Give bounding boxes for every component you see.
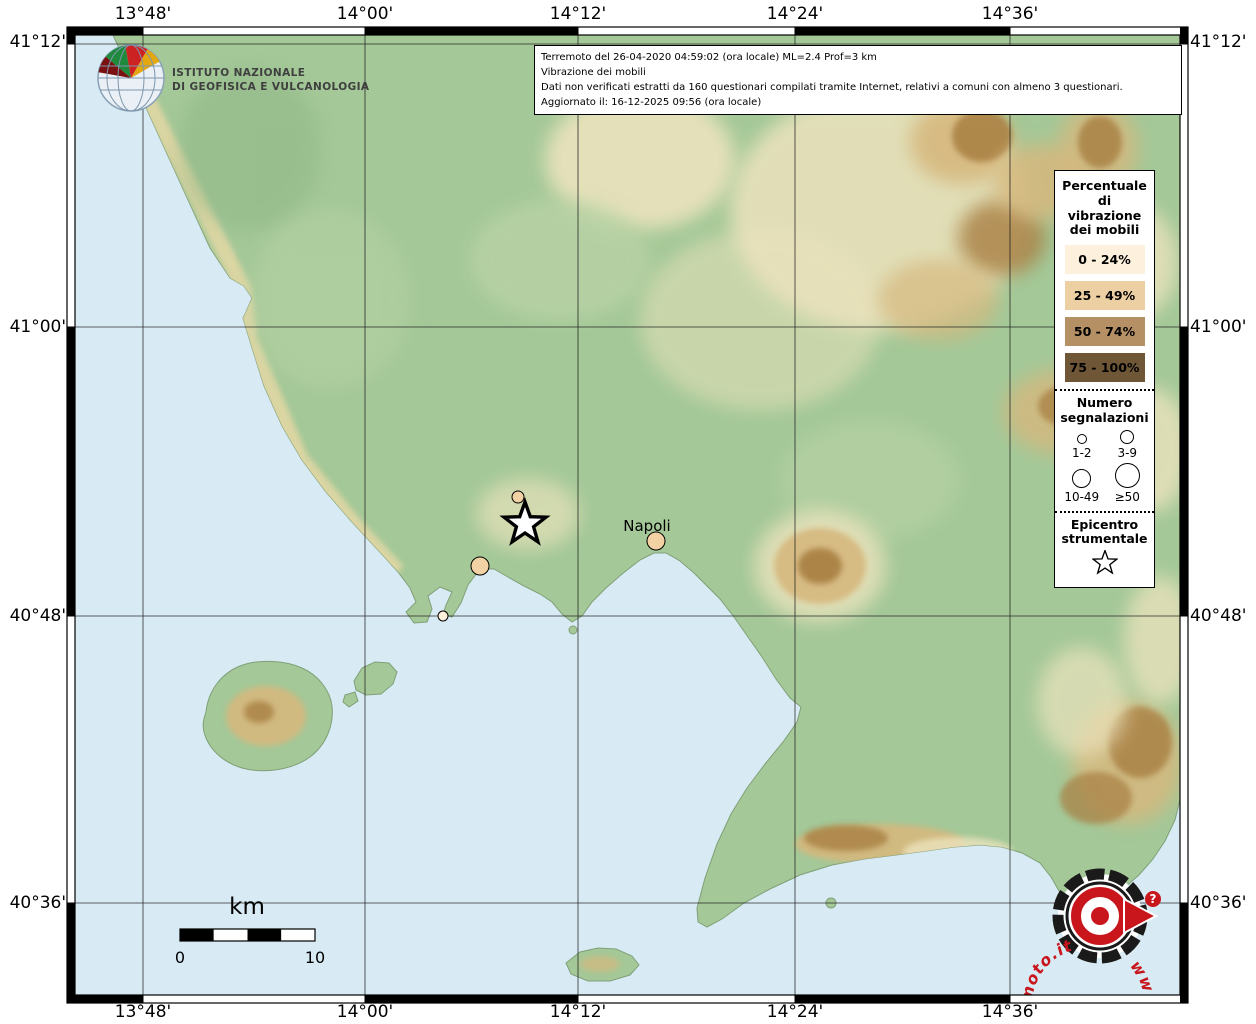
count-class-1: 1-2 bbox=[1059, 433, 1105, 460]
legend-epicenter-title: Epicentro strumentale bbox=[1061, 516, 1148, 547]
count-class-4-label: ≥50 bbox=[1114, 489, 1140, 504]
event-title-line-4: Aggiornato il: 16-12-2025 09:56 (ora loc… bbox=[541, 97, 762, 108]
scalebar-start: 0 bbox=[175, 948, 185, 967]
legend-class-1: 25 - 49% bbox=[1064, 281, 1145, 310]
lon-label-bottom-1: 14°00' bbox=[336, 1002, 394, 1022]
lat-label-left-2: 40°48' bbox=[9, 606, 66, 626]
site-question-mark: ? bbox=[1150, 892, 1157, 906]
count-class-3-label: 10-49 bbox=[1064, 489, 1100, 504]
legend-class-0: 0 - 24% bbox=[1064, 245, 1145, 274]
legend-class-3: 75 - 100% bbox=[1064, 353, 1145, 382]
lon-label-bottom-0: 13°48' bbox=[114, 1002, 172, 1022]
felt-report-marker bbox=[511, 490, 525, 504]
legend: Percentuale di vibrazione dei mobili 0 -… bbox=[1054, 170, 1155, 588]
ingv-name-line1: ISTITUTO NAZIONALE bbox=[172, 67, 305, 79]
lat-label-left-1: 41°00' bbox=[9, 317, 66, 337]
legend-class-2-label: 50 - 74% bbox=[1073, 324, 1136, 339]
lon-label-top-0: 13°48' bbox=[114, 4, 172, 24]
lon-label-top-4: 14°36' bbox=[981, 4, 1039, 24]
scalebar-unit: km bbox=[229, 894, 265, 920]
legend-class-3-label: 75 - 100% bbox=[1069, 360, 1140, 375]
lon-label-top-1: 14°00' bbox=[336, 4, 394, 24]
count-circle-large-icon bbox=[1072, 468, 1092, 488]
count-circle-small-icon bbox=[1076, 433, 1087, 444]
legend-percent-title: Percentuale di vibrazione dei mobili bbox=[1062, 178, 1147, 238]
legend-class-0-label: 0 - 24% bbox=[1078, 252, 1131, 267]
islet-nisida bbox=[568, 625, 578, 635]
count-circle-medium-icon bbox=[1120, 429, 1135, 444]
lat-label-right-3: 40°36' bbox=[1190, 893, 1247, 913]
ingv-name-line2: DI GEOFISICA E VULCANOLOGIA bbox=[172, 81, 370, 93]
event-title-box: Terremoto del 26-04-2020 04:59:02 (ora l… bbox=[534, 45, 1182, 115]
legend-class-1-label: 25 - 49% bbox=[1073, 288, 1136, 303]
lon-label-bottom-2: 14°12' bbox=[549, 1002, 607, 1022]
city-label-napoli: Napoli bbox=[623, 517, 670, 535]
count-class-2: 3-9 bbox=[1105, 429, 1151, 460]
lat-label-left-3: 40°36' bbox=[9, 893, 66, 913]
lon-label-bottom-4: 14°36' bbox=[981, 1002, 1039, 1022]
lon-label-bottom-3: 14°24' bbox=[766, 1002, 824, 1022]
legend-divider bbox=[1055, 510, 1154, 513]
felt-report-marker bbox=[470, 556, 490, 576]
count-class-1-label: 1-2 bbox=[1071, 445, 1092, 460]
star-icon bbox=[1090, 548, 1119, 575]
count-class-2-label: 3-9 bbox=[1117, 445, 1138, 460]
lon-label-top-3: 14°24' bbox=[766, 4, 824, 24]
lat-label-right-2: 40°48' bbox=[1190, 606, 1247, 626]
legend-count-title: Numero segnalazioni bbox=[1060, 395, 1149, 425]
legend-class-2: 50 - 74% bbox=[1064, 317, 1145, 346]
legend-epicenter-symbol bbox=[1059, 548, 1150, 580]
count-circle-xlarge-icon bbox=[1114, 462, 1140, 488]
count-class-4: ≥50 bbox=[1105, 462, 1151, 504]
count-class-3: 10-49 bbox=[1059, 468, 1105, 504]
map-page: Napoli km 0 10 ISTITUTO NAZIONALE DI GEO… bbox=[0, 0, 1256, 1024]
felt-report-marker bbox=[437, 610, 449, 622]
lat-label-left-0: 41°12' bbox=[9, 32, 66, 52]
legend-divider bbox=[1055, 389, 1154, 391]
event-title-line-1: Terremoto del 26-04-2020 04:59:02 (ora l… bbox=[541, 52, 877, 63]
legend-count-symbols: 1-2 3-9 10-49 ≥50 bbox=[1059, 429, 1151, 504]
lon-label-top-2: 14°12' bbox=[549, 4, 607, 24]
event-title-line-2: Vibrazione dei mobili bbox=[541, 67, 646, 78]
scalebar-end: 10 bbox=[305, 948, 325, 967]
lat-label-right-0: 41°12' bbox=[1190, 32, 1247, 52]
event-title-line-3: Dati non verificati estratti da 160 ques… bbox=[541, 82, 1123, 93]
lat-label-right-1: 41°00' bbox=[1190, 317, 1247, 337]
